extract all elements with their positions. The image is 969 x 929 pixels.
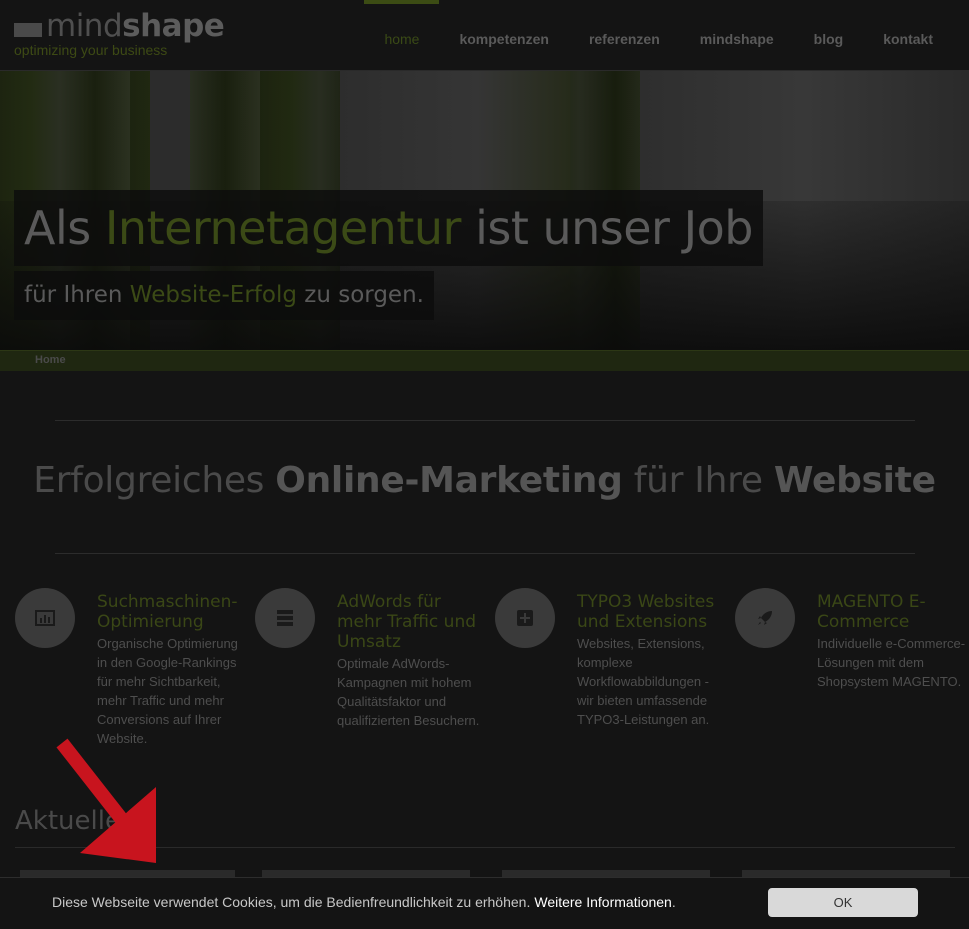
hero-banner: Als Internetagentur ist unser Job für Ih… xyxy=(0,71,969,350)
nav-kontakt[interactable]: kontakt xyxy=(863,0,953,70)
service-description: Organische Optimierung in den Google-Ran… xyxy=(97,636,238,746)
section-headline: Erfolgreiches Online-Marketing für Ihre … xyxy=(33,460,936,501)
site-header: mindshape optimizing your business home … xyxy=(0,0,969,71)
hero-title-box: Als Internetagentur ist unser Job xyxy=(14,190,763,266)
logo-tagline: optimizing your business xyxy=(14,42,168,58)
service-title[interactable]: Suchmaschinen-Optimierung xyxy=(97,592,247,632)
logo-wordmark: mindshape xyxy=(46,8,225,44)
logo-mark-icon xyxy=(14,23,42,37)
cookie-message: Diese Webseite verwendet Cookies, um die… xyxy=(52,894,676,910)
service-title[interactable]: AdWords für mehr Traffic und Umsatz xyxy=(337,592,487,652)
nav-referenzen[interactable]: referenzen xyxy=(569,0,680,70)
nav-blog[interactable]: blog xyxy=(794,0,864,70)
cookie-ok-button[interactable]: OK xyxy=(768,888,918,917)
nav-mindshape[interactable]: mindshape xyxy=(680,0,794,70)
hero-subtitle-box: für Ihren Website-Erfolg zu sorgen. xyxy=(14,271,434,320)
service-description: Individuelle e-Commerce-Lösungen mit dem… xyxy=(817,636,966,689)
service-title[interactable]: MAGENTO E-Commerce xyxy=(817,592,967,632)
hero-subtitle: für Ihren Website-Erfolg zu sorgen. xyxy=(24,282,424,308)
nav-kompetenzen[interactable]: kompetenzen xyxy=(439,0,568,70)
divider xyxy=(55,420,915,421)
divider xyxy=(55,553,915,554)
cookie-banner: Diese Webseite verwendet Cookies, um die… xyxy=(0,877,969,929)
rocket-icon xyxy=(735,588,795,648)
server-icon xyxy=(255,588,315,648)
red-arrow-icon xyxy=(56,738,156,863)
service-description: Optimale AdWords-Kampagnen mit hohem Qua… xyxy=(337,656,480,728)
cookie-more-info-link[interactable]: Weitere Informationen xyxy=(534,894,671,910)
nav-home[interactable]: home xyxy=(364,0,440,70)
breadcrumb: Home xyxy=(0,350,969,371)
plus-square-icon xyxy=(495,588,555,648)
hero-title: Als Internetagentur ist unser Job xyxy=(24,201,754,255)
service-title[interactable]: TYPO3 Websites und Extensions xyxy=(577,592,727,632)
main-nav: home kompetenzen referenzen mindshape bl… xyxy=(364,0,953,70)
breadcrumb-home[interactable]: Home xyxy=(35,354,66,366)
chart-icon xyxy=(15,588,75,648)
service-description: Websites, Extensions, komplexe Workflowa… xyxy=(577,636,710,727)
